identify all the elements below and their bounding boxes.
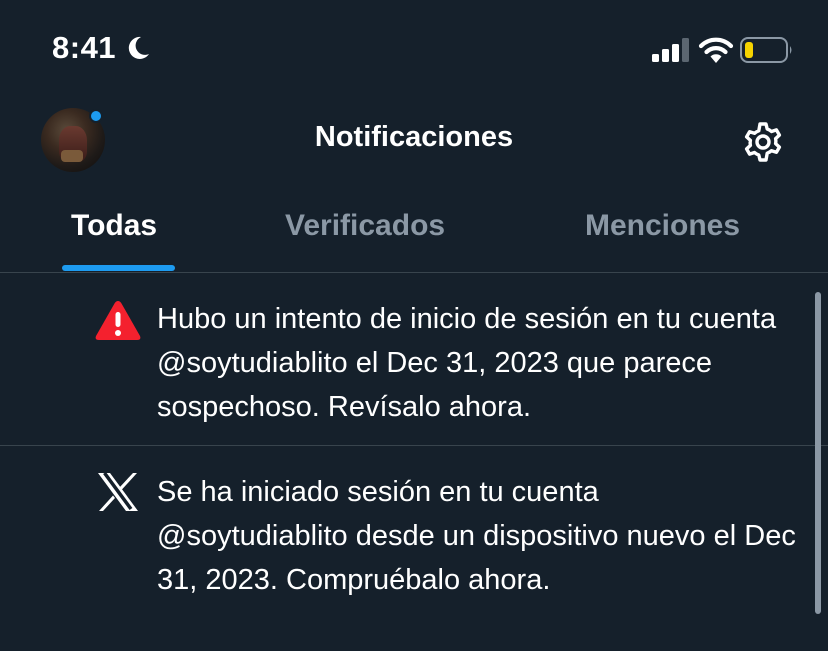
wifi-icon [698, 37, 734, 63]
notification-text: Hubo un intento de inicio de sesión en t… [157, 303, 777, 423]
moon-icon [128, 36, 149, 59]
status-bar: 8:41 [0, 0, 828, 100]
page-title: Notificaciones [314, 121, 514, 153]
warning-triangle-icon [95, 301, 141, 340]
x-logo-icon [98, 472, 138, 511]
tab-todas[interactable]: Todas [71, 209, 157, 243]
notification-item[interactable]: Se ha iniciado sesión en tu cuenta @soyt… [0, 446, 828, 651]
notification-text: Se ha iniciado sesión en tu cuenta @soyt… [157, 476, 796, 596]
status-time: 8:41 [52, 30, 117, 65]
scrollbar[interactable] [815, 292, 821, 614]
notifications-screen: 8:41 Notificaciones Todas Verificados Me… [0, 0, 828, 651]
gear-icon[interactable] [741, 120, 785, 164]
active-tab-indicator [62, 265, 175, 271]
tab-menciones[interactable]: Menciones [585, 209, 740, 243]
battery-low-icon [740, 37, 792, 63]
cellular-signal-icon [652, 38, 689, 62]
notification-item[interactable]: Hubo un intento de inicio de sesión en t… [0, 273, 828, 445]
tab-verificados[interactable]: Verificados [285, 209, 445, 243]
tab-bar: Todas Verificados Menciones [0, 195, 828, 272]
